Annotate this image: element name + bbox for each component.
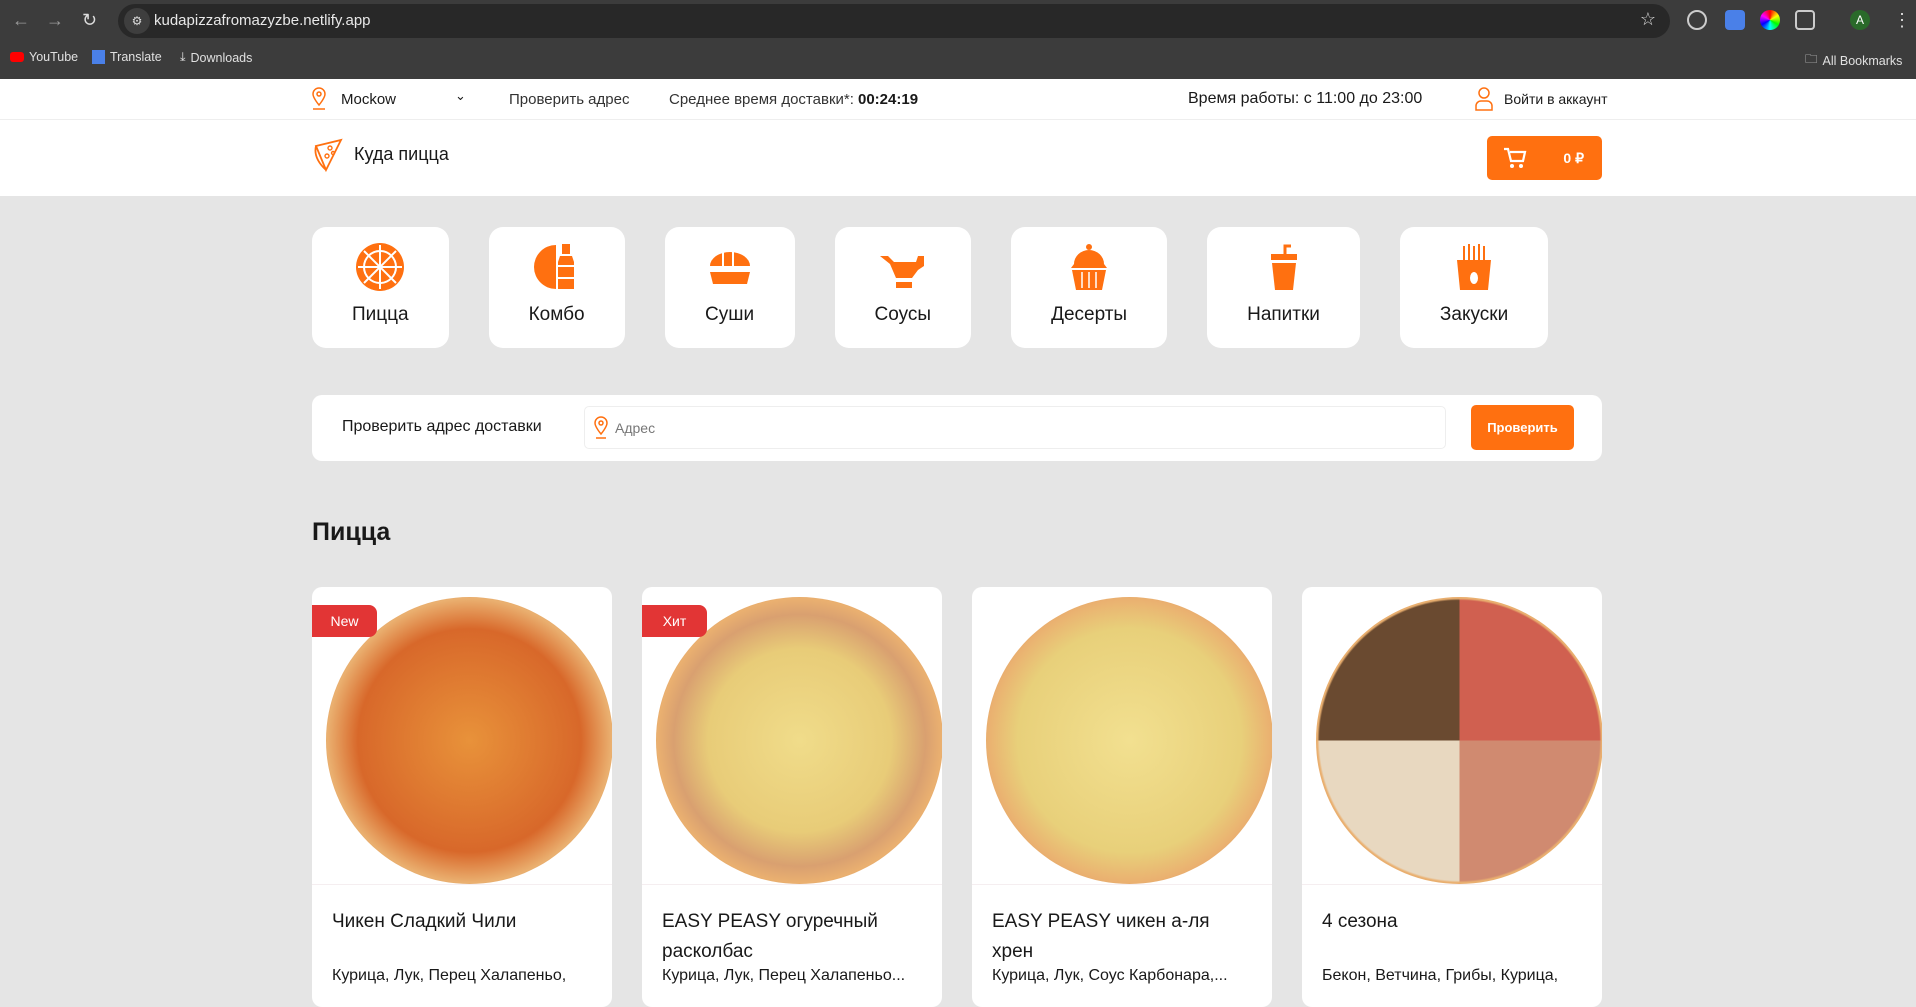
location-pin-icon — [594, 416, 608, 439]
bookmark-translate[interactable]: Translate — [92, 50, 162, 64]
bookmark-label: Translate — [110, 50, 162, 64]
product-title[interactable]: Чикен Сладкий Чили — [332, 907, 592, 937]
product-ingredients: Курица, Лук, Соус Карбонара,... — [992, 967, 1228, 984]
category-desserts[interactable]: Десерты — [1011, 227, 1168, 348]
profile-avatar[interactable]: A — [1850, 10, 1870, 30]
site-settings-icon[interactable]: ⚙ — [124, 8, 150, 34]
bookmark-star-icon[interactable]: ☆ — [1640, 9, 1656, 30]
product-image[interactable]: New — [312, 587, 612, 885]
product-card[interactable]: 4 сезона Бекон, Ветчина, Грибы, Курица, — [1302, 587, 1602, 1007]
youtube-icon — [10, 52, 24, 62]
back-icon[interactable]: ← — [12, 10, 30, 31]
address-bar[interactable]: ⚙ kudapizzafromazyzbe.netlify.app ☆ — [118, 4, 1670, 38]
drink-cup-icon — [1270, 244, 1297, 290]
bookmark-downloads[interactable]: ⤓ Downloads — [180, 50, 252, 65]
bookmark-label: YouTube — [29, 50, 79, 64]
sushi-icon — [709, 251, 750, 284]
chevron-down-icon[interactable]: ⌄ — [455, 88, 466, 104]
address-check-label: Проверить адрес доставки — [342, 418, 542, 435]
category-sauces[interactable]: Соусы — [834, 227, 972, 348]
category-sushi[interactable]: Суши — [664, 227, 795, 348]
category-label: Десерты — [1051, 304, 1128, 325]
category-label: Суши — [705, 304, 755, 325]
product-title[interactable]: 4 сезона — [1322, 907, 1582, 937]
cart-total: 0 ₽ — [1563, 150, 1584, 166]
product-image[interactable] — [1302, 587, 1602, 885]
top-info-bar: Mockow ⌄ Проверить адрес Среднее время д… — [0, 79, 1916, 120]
category-label: Комбо — [528, 304, 585, 325]
delivery-time-label: Среднее время доставки*: — [669, 91, 854, 108]
all-bookmarks[interactable]: 🗀 All Bookmarks — [1805, 50, 1902, 71]
extension-icon[interactable] — [1687, 10, 1707, 30]
pizza-logo-icon[interactable] — [312, 138, 344, 172]
category-nav: Пицца Комбо Суши Соусы Десерты Напитки З… — [312, 227, 1549, 348]
logo-text[interactable]: Куда пицца — [354, 144, 449, 165]
category-drinks[interactable]: Напитки — [1207, 227, 1360, 348]
extensions-puzzle-icon[interactable] — [1795, 10, 1815, 30]
cupcake-icon — [1071, 244, 1108, 290]
category-label: Пицца — [352, 304, 409, 325]
city-select[interactable]: Mockow — [341, 91, 396, 108]
category-combo[interactable]: Комбо — [488, 227, 625, 348]
site-header: Куда пицца 0 ₽ — [0, 120, 1916, 196]
working-hours: Время работы: с 11:00 до 23:00 — [1188, 90, 1423, 107]
color-picker-icon[interactable] — [1760, 10, 1780, 30]
section-title: Пицца — [312, 518, 391, 546]
address-placeholder: Адрес — [615, 420, 656, 436]
product-card[interactable]: New Чикен Сладкий Чили Курица, Лук, Пере… — [312, 587, 612, 1007]
address-check-panel: Проверить адрес доставки Адрес Проверить — [312, 395, 1602, 461]
folder-icon: 🗀 — [1805, 52, 1818, 66]
reload-icon[interactable]: ↻ — [82, 10, 97, 31]
category-label: Соусы — [874, 304, 932, 325]
category-label: Напитки — [1247, 304, 1320, 325]
cart-button[interactable]: 0 ₽ — [1487, 136, 1602, 180]
combo-icon — [533, 244, 574, 289]
check-address-button[interactable]: Проверить — [1471, 405, 1574, 450]
bookmark-youtube[interactable]: YouTube — [10, 50, 78, 64]
product-ingredients: Бекон, Ветчина, Грибы, Курица, — [1322, 967, 1559, 984]
product-card[interactable]: Хит EASY PEASY огуречный расколбас Куриц… — [642, 587, 942, 1007]
forward-icon[interactable]: → — [46, 10, 64, 31]
product-title[interactable]: EASY PEASY чикен а-ля хрен — [992, 907, 1252, 967]
new-badge: New — [312, 605, 377, 637]
product-title[interactable]: EASY PEASY огуречный расколбас — [662, 907, 922, 967]
google-translate-icon[interactable] — [1725, 10, 1745, 30]
fries-icon — [1457, 244, 1492, 290]
check-address-link[interactable]: Проверить адрес — [509, 91, 629, 108]
address-input[interactable]: Адрес — [584, 406, 1446, 449]
bookmark-label: All Bookmarks — [1822, 53, 1903, 68]
menu-icon[interactable]: ⋮ — [1893, 10, 1911, 31]
product-ingredients: Курица, Лук, Перец Халапеньо, — [332, 967, 567, 984]
bookmark-label: Downloads — [190, 50, 253, 65]
login-link[interactable]: Войти в аккаунт — [1504, 91, 1608, 107]
user-icon — [1475, 87, 1493, 111]
url-text[interactable]: kudapizzafromazyzbe.netlify.app — [154, 12, 371, 29]
delivery-time-value: 00:24:19 — [858, 91, 919, 108]
download-icon: ⤓ — [180, 50, 186, 64]
product-card[interactable]: EASY PEASY чикен а-ля хрен Курица, Лук, … — [972, 587, 1272, 1007]
browser-chrome: ← → ↻ ⚙ kudapizzafromazyzbe.netlify.app … — [0, 0, 1916, 79]
category-label: Закуски — [1439, 304, 1509, 325]
product-image[interactable] — [972, 587, 1272, 885]
product-image[interactable]: Хит — [642, 587, 942, 885]
pizza-icon — [356, 243, 405, 291]
product-ingredients: Курица, Лук, Перец Халапеньо... — [662, 967, 906, 984]
hit-badge: Хит — [642, 605, 707, 637]
location-pin-icon — [312, 87, 326, 110]
cart-icon — [1504, 147, 1527, 168]
product-grid: New Чикен Сладкий Чили Курица, Лук, Пере… — [312, 587, 1602, 1007]
category-pizza[interactable]: Пицца — [312, 227, 449, 348]
category-snacks[interactable]: Закуски — [1399, 227, 1549, 348]
sauce-boat-icon — [879, 256, 924, 288]
translate-icon — [92, 50, 105, 64]
